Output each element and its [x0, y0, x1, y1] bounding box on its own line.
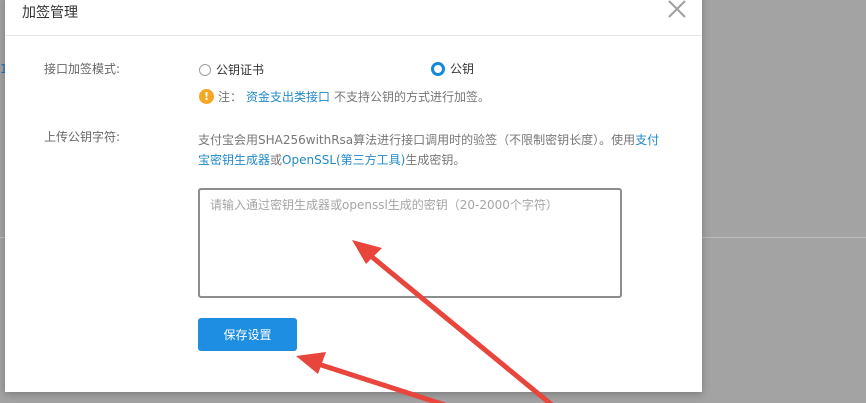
desc-text: 支付宝会用SHA256withRsa算法进行接口调用时的验签（不限制密钥长度）。… — [198, 133, 636, 147]
note-prefix: 注： — [218, 90, 243, 104]
radio-public-key[interactable]: 公钥 — [431, 60, 474, 77]
dialog-header: 加签管理 — [5, 0, 702, 36]
close-icon[interactable] — [666, 0, 688, 20]
radio-unchecked-icon — [199, 63, 211, 76]
radio-label: 公钥 — [450, 62, 475, 76]
radio-label: 公钥证书 — [216, 63, 265, 77]
desc-text: 生成密钥。 — [405, 153, 466, 167]
radio-checked-icon — [431, 61, 445, 76]
sign-note: ! 注： 资金支出类接口 不支持公钥的方式进行加签。 — [199, 88, 490, 105]
save-settings-button[interactable]: 保存设置 — [198, 318, 297, 351]
public-key-input[interactable] — [198, 188, 622, 298]
openssl-link[interactable]: OpenSSL(第三方工具) — [282, 153, 405, 167]
warning-icon: ! — [199, 89, 214, 104]
note-suffix: 不支持公钥的方式进行加签。 — [334, 90, 491, 104]
desc-text: 或 — [270, 153, 283, 167]
dialog-title: 加签管理 — [22, 5, 78, 21]
sign-management-dialog: 加签管理 接口加签模式: 公钥证书 公钥 ! 注： 资金支出类接口 不支持公钥的方式… — [5, 0, 702, 392]
sign-mode-label: 接口加签模式: — [44, 62, 121, 76]
fund-payout-api-link[interactable]: 资金支出类接口 — [246, 88, 330, 105]
public-key-description: 支付宝会用SHA256withRsa算法进行接口调用时的验签（不限制密钥长度）。… — [198, 130, 668, 170]
radio-public-key-certificate[interactable]: 公钥证书 — [199, 61, 264, 78]
public-key-label: 上传公钥字符: — [44, 130, 121, 144]
